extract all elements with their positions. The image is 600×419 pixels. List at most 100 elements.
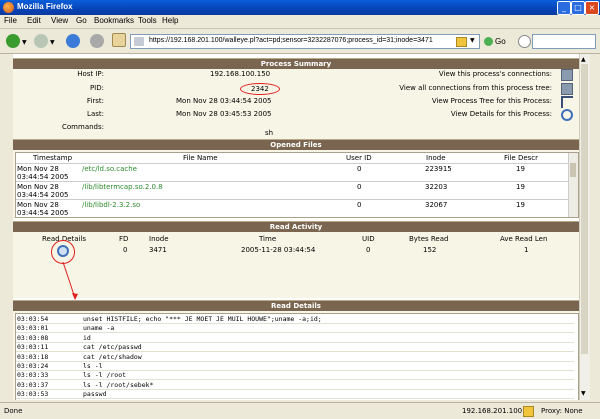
command-time: 03:03:24 bbox=[17, 362, 49, 370]
command-time: 03:03:33 bbox=[17, 371, 49, 380]
read-details-magnifier-icon[interactable] bbox=[57, 245, 69, 257]
scroll-down-icon[interactable]: ▼ bbox=[581, 390, 588, 397]
col-uid: UID bbox=[362, 235, 375, 243]
menu-help[interactable]: Help bbox=[162, 16, 178, 25]
commands-label: Commands: bbox=[62, 123, 104, 131]
status-proxy[interactable]: Proxy: None bbox=[541, 407, 583, 415]
col-ave-read-len: Ave Read Len bbox=[500, 235, 548, 243]
last-value: Mon Nov 28 03:45:53 2005 bbox=[176, 110, 272, 118]
reload-icon[interactable] bbox=[66, 34, 80, 48]
list-item: 03:03:53 passwd bbox=[16, 389, 574, 400]
command-text: id bbox=[83, 333, 91, 342]
table-row[interactable]: Mon Nov 28 03:44:54 2005 /lib/libtermcap… bbox=[16, 181, 568, 199]
command-text: ls -l /root/sebek* bbox=[83, 380, 154, 389]
command-text: ls -l /root bbox=[83, 371, 127, 380]
view-details-link[interactable]: View Details for this Process: bbox=[451, 110, 552, 118]
command-text: passwd bbox=[83, 390, 107, 399]
row-timestamp-date: Mon Nov 28 bbox=[17, 183, 59, 191]
status-lock-icon[interactable] bbox=[523, 406, 534, 417]
close-button[interactable]: × bbox=[585, 1, 599, 15]
menu-view[interactable]: View bbox=[51, 16, 68, 25]
back-dropdown-icon[interactable]: ▼ bbox=[22, 39, 27, 46]
first-value: Mon Nov 28 03:44:54 2005 bbox=[176, 97, 272, 105]
row-user-id: 0 bbox=[357, 165, 362, 173]
view-connections-link[interactable]: View this process's connections: bbox=[439, 70, 552, 78]
col-inode: Inode bbox=[426, 154, 446, 162]
menu-bookmarks[interactable]: Bookmarks bbox=[94, 16, 134, 25]
stop-icon[interactable] bbox=[90, 34, 104, 48]
minimize-button[interactable]: _ bbox=[557, 1, 571, 15]
page-scroll-thumb[interactable] bbox=[581, 64, 588, 354]
command-text: unset HISTFILE; echo "*** JE MOET JE MUI… bbox=[83, 315, 322, 323]
process-summary-header: Process Summary bbox=[13, 58, 579, 69]
url-bar[interactable]: https://192.168.201.100/walleye.pl?act=p… bbox=[130, 34, 480, 49]
navigation-toolbar: ▼ ▼ https://192.168.201.100/walleye.pl?a… bbox=[0, 29, 600, 54]
maximize-button[interactable]: □ bbox=[571, 1, 585, 15]
command-time: 03:03:37 bbox=[17, 380, 49, 389]
read-details-list: 03:03:54 unset HISTFILE; echo "*** JE MOE… bbox=[15, 313, 579, 400]
row-file-name[interactable]: /lib/libdl-2.3.2.so bbox=[82, 201, 140, 209]
col-user-id: User ID bbox=[346, 154, 372, 162]
search-engine-icon[interactable] bbox=[518, 35, 531, 48]
read-activity-panel: Read Details FD Inode Time UID Bytes Rea… bbox=[13, 232, 579, 300]
menu-tools[interactable]: Tools bbox=[138, 16, 157, 25]
view-all-connections-link[interactable]: View all connections from this process t… bbox=[399, 84, 552, 92]
menu-file[interactable]: File bbox=[4, 16, 17, 25]
scroll-up-icon[interactable]: ▲ bbox=[581, 56, 588, 63]
status-ip: 192.168.201.100 bbox=[462, 407, 523, 415]
view-process-tree-link[interactable]: View Process Tree for this Process: bbox=[432, 97, 552, 105]
row-timestamp-time: 03:44:54 2005 bbox=[17, 173, 69, 181]
scroll-thumb[interactable] bbox=[570, 163, 576, 177]
network-icon[interactable] bbox=[561, 83, 573, 95]
connections-icon[interactable] bbox=[561, 69, 573, 81]
go-icon[interactable] bbox=[484, 37, 493, 46]
home-icon[interactable] bbox=[112, 33, 126, 47]
pid-label: PID: bbox=[89, 84, 104, 92]
read-activity-header: Read Activity bbox=[13, 221, 579, 232]
page-scrollbar[interactable]: ▲ ▼ bbox=[579, 54, 590, 400]
page-content: Process Summary Host IP: 192.168.100.150… bbox=[13, 54, 579, 400]
go-button[interactable]: Go bbox=[495, 37, 506, 46]
tree-icon[interactable] bbox=[561, 96, 573, 108]
table-row[interactable]: Mon Nov 28 03:44:54 2005 /lib/libdl-2.3.… bbox=[16, 199, 568, 217]
col-inode: Inode bbox=[149, 235, 169, 243]
files-scrollbar[interactable] bbox=[568, 153, 578, 217]
status-text: Done bbox=[4, 407, 23, 415]
row-timestamp-date: Mon Nov 28 bbox=[17, 201, 59, 209]
row-uid: 0 bbox=[366, 246, 371, 254]
command-time: 03:03:11 bbox=[17, 343, 49, 352]
command-time: 03:03:18 bbox=[17, 352, 49, 361]
row-bytes-read: 152 bbox=[423, 246, 437, 254]
row-file-descr: 19 bbox=[516, 201, 525, 209]
back-icon[interactable] bbox=[6, 34, 20, 48]
row-timestamp-time: 03:44:54 2005 bbox=[17, 191, 69, 199]
row-inode: 32203 bbox=[425, 183, 448, 191]
opened-files-header: Opened Files bbox=[13, 139, 579, 150]
command-time: 03:03:01 bbox=[17, 324, 49, 333]
table-row[interactable]: Mon Nov 28 03:44:54 2005 /etc/ld.so.cach… bbox=[16, 163, 568, 181]
row-time: 2005-11-28 03:44:54 bbox=[241, 246, 316, 254]
menu-go[interactable]: Go bbox=[76, 16, 87, 25]
row-inode: 3471 bbox=[149, 246, 167, 254]
first-label: First: bbox=[86, 97, 104, 105]
command-time: 03:03:08 bbox=[17, 333, 49, 342]
url-dropdown-icon[interactable]: ▼ bbox=[470, 37, 475, 44]
command-time: 03:03:53 bbox=[17, 390, 49, 399]
col-file-descr: File Descr bbox=[504, 154, 539, 162]
opened-files-table: Timestamp File Name User ID Inode File D… bbox=[15, 152, 579, 218]
row-inode: 32067 bbox=[425, 201, 448, 209]
menu-edit[interactable]: Edit bbox=[27, 16, 41, 25]
search-input[interactable] bbox=[532, 34, 596, 49]
forward-dropdown-icon[interactable]: ▼ bbox=[50, 39, 55, 46]
forward-icon[interactable] bbox=[34, 34, 48, 48]
command-text: cat /etc/passwd bbox=[83, 343, 142, 352]
lock-icon[interactable] bbox=[456, 37, 467, 47]
row-file-name[interactable]: /etc/ld.so.cache bbox=[82, 165, 137, 173]
menu-bar: File Edit View Go Bookmarks Tools Help bbox=[0, 15, 600, 29]
magnifier-icon[interactable] bbox=[561, 109, 573, 121]
url-text[interactable]: https://192.168.201.100/walleye.pl?act=p… bbox=[149, 37, 433, 44]
title-bar: Mozilla Firefox _ □ × bbox=[0, 0, 600, 15]
col-file-name: File Name bbox=[183, 154, 218, 162]
row-file-name[interactable]: /lib/libtermcap.so.2.0.8 bbox=[82, 183, 163, 191]
read-details-panel: 03:03:54 unset HISTFILE; echo "*** JE MOE… bbox=[13, 311, 579, 400]
